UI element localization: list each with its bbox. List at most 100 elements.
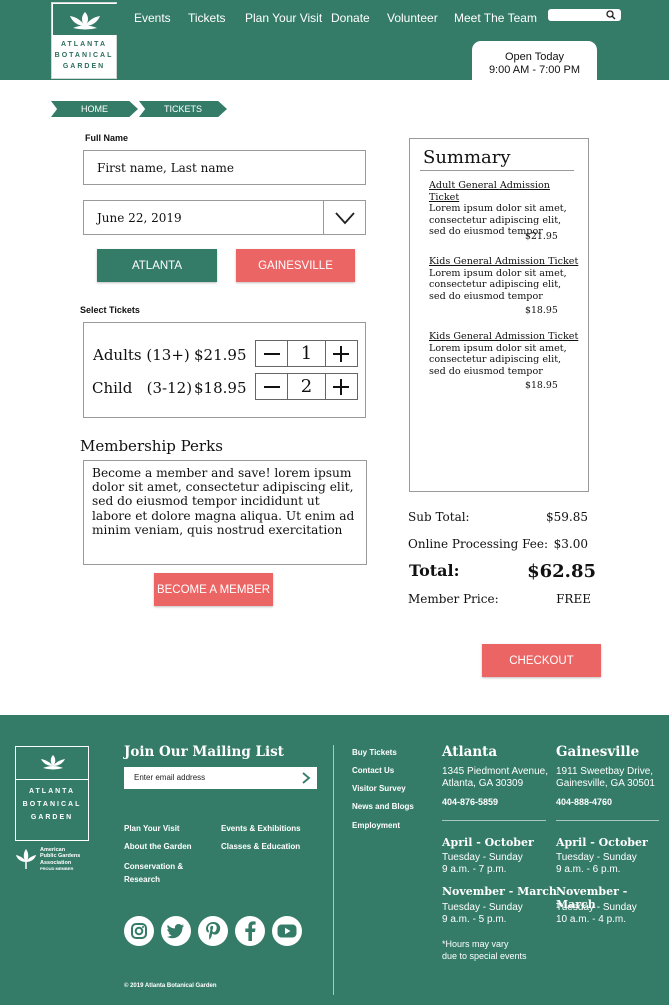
gainesville-hours-1: Tuesday - Sunday 9 a.m. - 6 p.m. [556, 852, 637, 876]
full-name-field[interactable]: First name, Last name [83, 150, 366, 185]
adult-quantity-value[interactable]: 1 [287, 341, 326, 366]
mailing-list-title: Join Our Mailing List [124, 744, 284, 760]
youtube-button[interactable] [272, 916, 302, 946]
address-line: Atlanta, GA 30309 [442, 778, 524, 789]
summary-item-title: Kids General Admission Ticket [429, 256, 579, 267]
select-tickets-label: Select Tickets [80, 305, 140, 315]
footer-divider [333, 745, 334, 995]
email-field[interactable]: Enter email address [124, 767, 317, 789]
hours-line: Tuesday - Sunday [442, 902, 523, 913]
plus-icon [333, 345, 350, 362]
atlanta-season-2: November - March [442, 885, 557, 898]
child-decrement-button[interactable] [256, 374, 287, 399]
tickets-box: Adults (13+) $21.95 1 Child (3-12) $18.9… [83, 322, 366, 418]
apga-line: Public Gardens [40, 853, 81, 860]
atlanta-season-1: April - October [442, 836, 534, 849]
footer-link-events[interactable]: Events & Exhibitions [221, 824, 301, 833]
atlanta-hours-1: Tuesday - Sunday 9 a.m. - 7 p.m. [442, 852, 523, 876]
fee-value: $3.00 [553, 537, 588, 551]
breadcrumb-tickets[interactable]: TICKETS [139, 101, 227, 117]
chevron-right-icon[interactable] [301, 772, 311, 784]
nav-plan-your-visit[interactable]: Plan Your Visit [245, 11, 322, 25]
footer-link-line: Conservation & [124, 862, 184, 871]
hours-note: *Hours may vary due to special events [442, 938, 527, 962]
twitter-button[interactable] [161, 916, 191, 946]
footer-logo[interactable]: ATLANTA BOTANICAL GARDEN [15, 746, 89, 841]
email-placeholder: Enter email address [134, 773, 206, 782]
child-quantity-stepper: 2 [255, 373, 358, 400]
chevron-down-icon [334, 211, 355, 224]
logo-mark [53, 4, 117, 35]
footer-link-contact[interactable]: Contact Us [352, 766, 394, 775]
nav-events[interactable]: Events [134, 11, 171, 25]
gainesville-phone[interactable]: 404-888-4760 [556, 797, 612, 807]
child-quantity-value[interactable]: 2 [287, 374, 326, 399]
adult-increment-button[interactable] [326, 341, 357, 366]
member-price-label: Member Price: [408, 592, 499, 606]
hours-line: Tuesday - Sunday [556, 852, 637, 863]
search-input[interactable] [548, 9, 621, 21]
footer-link-conservation[interactable]: Conservation & Research [124, 860, 183, 886]
child-increment-button[interactable] [326, 374, 357, 399]
footer-link-line: Research [124, 875, 161, 884]
hours-line: 10 a.m. - 4 p.m. [556, 914, 627, 925]
summary-item-title: Kids General Admission Ticket [429, 331, 579, 342]
adult-decrement-button[interactable] [256, 341, 287, 366]
facebook-button[interactable] [235, 916, 265, 946]
instagram-icon [131, 923, 147, 939]
date-select[interactable]: June 22, 2019 [83, 200, 366, 235]
instagram-button[interactable] [124, 916, 154, 946]
gainesville-button[interactable]: GAINESVILLE [236, 249, 355, 282]
footer-link-employment[interactable]: Employment [352, 821, 400, 830]
adult-ticket-price: $21.95 [194, 346, 247, 364]
logo-text: ATLANTA BOTANICAL GARDEN [52, 39, 116, 72]
logo-line: BOTANICAL [54, 52, 114, 59]
note-line: due to special events [442, 951, 527, 961]
become-member-button[interactable]: BECOME A MEMBER [154, 573, 273, 606]
total-row: Total: $62.85 [409, 561, 596, 582]
hours-line: 9 a.m. - 7 p.m. [442, 864, 507, 875]
summary-item-title: Adult General Admission Ticket [429, 180, 550, 203]
member-price-row: Member Price: FREE [408, 592, 591, 606]
footer-link-about[interactable]: About the Garden [124, 842, 192, 851]
summary-divider [420, 170, 574, 171]
logo-line: GARDEN [62, 63, 106, 70]
nav-meet-the-team[interactable]: Meet The Team [454, 11, 537, 25]
total-value: $62.85 [527, 561, 596, 582]
nav-tickets[interactable]: Tickets [188, 11, 226, 25]
full-name-label: Full Name [85, 133, 129, 143]
gainesville-hours-2: Tuesday - Sunday 10 a.m. - 4 p.m. [556, 902, 637, 926]
apga-leaf-icon [16, 849, 36, 869]
youtube-icon [277, 924, 297, 938]
adult-ticket-label: Adults (13+) [93, 346, 190, 364]
note-line: *Hours may vary [442, 939, 509, 949]
plus-icon [333, 378, 350, 395]
atlanta-phone[interactable]: 404-876-5859 [442, 797, 498, 807]
subtotal-value: $59.85 [546, 510, 588, 524]
minus-icon [263, 385, 280, 388]
pinterest-button[interactable] [198, 916, 228, 946]
breadcrumb-home[interactable]: HOME [51, 101, 138, 117]
summary-item-price: $21.95 [525, 231, 558, 242]
search-icon[interactable] [606, 10, 616, 20]
atlanta-button[interactable]: ATLANTA [97, 249, 217, 282]
nav-donate[interactable]: Donate [331, 11, 370, 25]
garden-logo[interactable]: ATLANTA BOTANICAL GARDEN [51, 2, 117, 79]
hours-line: 9 a.m. - 6 p.m. [556, 864, 621, 875]
checkout-button[interactable]: CHECKOUT [482, 644, 601, 677]
date-dropdown-button[interactable] [323, 201, 365, 234]
hours-tab: Open Today 9:00 AM - 7:00 PM [472, 41, 597, 82]
gainesville-season-1: April - October [556, 836, 648, 849]
summary-item-price: $18.95 [525, 305, 558, 316]
nav-volunteer[interactable]: Volunteer [387, 11, 438, 25]
order-summary: Summary Adult General Admission Ticket L… [409, 138, 589, 492]
footer-link-classes[interactable]: Classes & Education [221, 842, 300, 851]
footer-link-buy-tickets[interactable]: Buy Tickets [352, 748, 397, 757]
footer-link-news[interactable]: News and Blogs [352, 802, 414, 811]
subtotal-label: Sub Total: [408, 510, 470, 524]
footer-link-plan-your-visit[interactable]: Plan Your Visit [124, 824, 180, 833]
hours-line: Tuesday - Sunday [556, 902, 637, 913]
full-name-placeholder: First name, Last name [97, 160, 234, 175]
footer-link-survey[interactable]: Visitor Survey [352, 784, 406, 793]
atlanta-hours-2: Tuesday - Sunday 9 a.m. - 5 p.m. [442, 902, 523, 926]
